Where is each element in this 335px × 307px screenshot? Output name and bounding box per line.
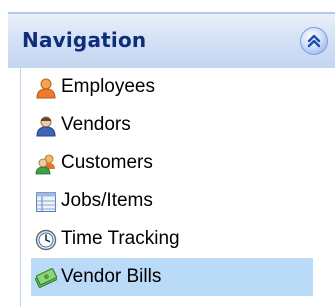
nav-item-vendor-bills[interactable]: Vendor Bills bbox=[31, 258, 313, 296]
panel-border bbox=[20, 68, 21, 307]
person-blue-icon bbox=[35, 115, 57, 137]
nav-item-label: Vendors bbox=[61, 114, 131, 135]
nav-item-jobs-items[interactable]: Jobs/Items bbox=[31, 182, 313, 220]
navigation-panel: Navigation Employees Vendors Customers J… bbox=[0, 0, 335, 307]
money-bills-icon bbox=[35, 267, 58, 289]
navigation-title: Navigation bbox=[22, 28, 147, 52]
person-orange-icon bbox=[35, 77, 57, 99]
nav-item-label: Vendor Bills bbox=[61, 266, 162, 287]
nav-item-label: Customers bbox=[61, 152, 153, 173]
nav-item-time-tracking[interactable]: Time Tracking bbox=[31, 220, 313, 258]
clock-icon bbox=[35, 229, 57, 251]
nav-item-label: Time Tracking bbox=[61, 228, 180, 249]
collapse-button[interactable] bbox=[300, 27, 328, 55]
nav-item-employees[interactable]: Employees bbox=[31, 68, 313, 106]
nav-item-customers[interactable]: Customers bbox=[31, 144, 313, 182]
nav-item-label: Employees bbox=[61, 76, 155, 97]
nav-item-label: Jobs/Items bbox=[61, 190, 153, 211]
navigation-header[interactable]: Navigation bbox=[8, 12, 335, 68]
double-chevron-up-icon bbox=[307, 34, 321, 48]
nav-item-vendors[interactable]: Vendors bbox=[31, 106, 313, 144]
list-table-icon bbox=[35, 191, 57, 213]
people-group-icon bbox=[35, 153, 57, 175]
